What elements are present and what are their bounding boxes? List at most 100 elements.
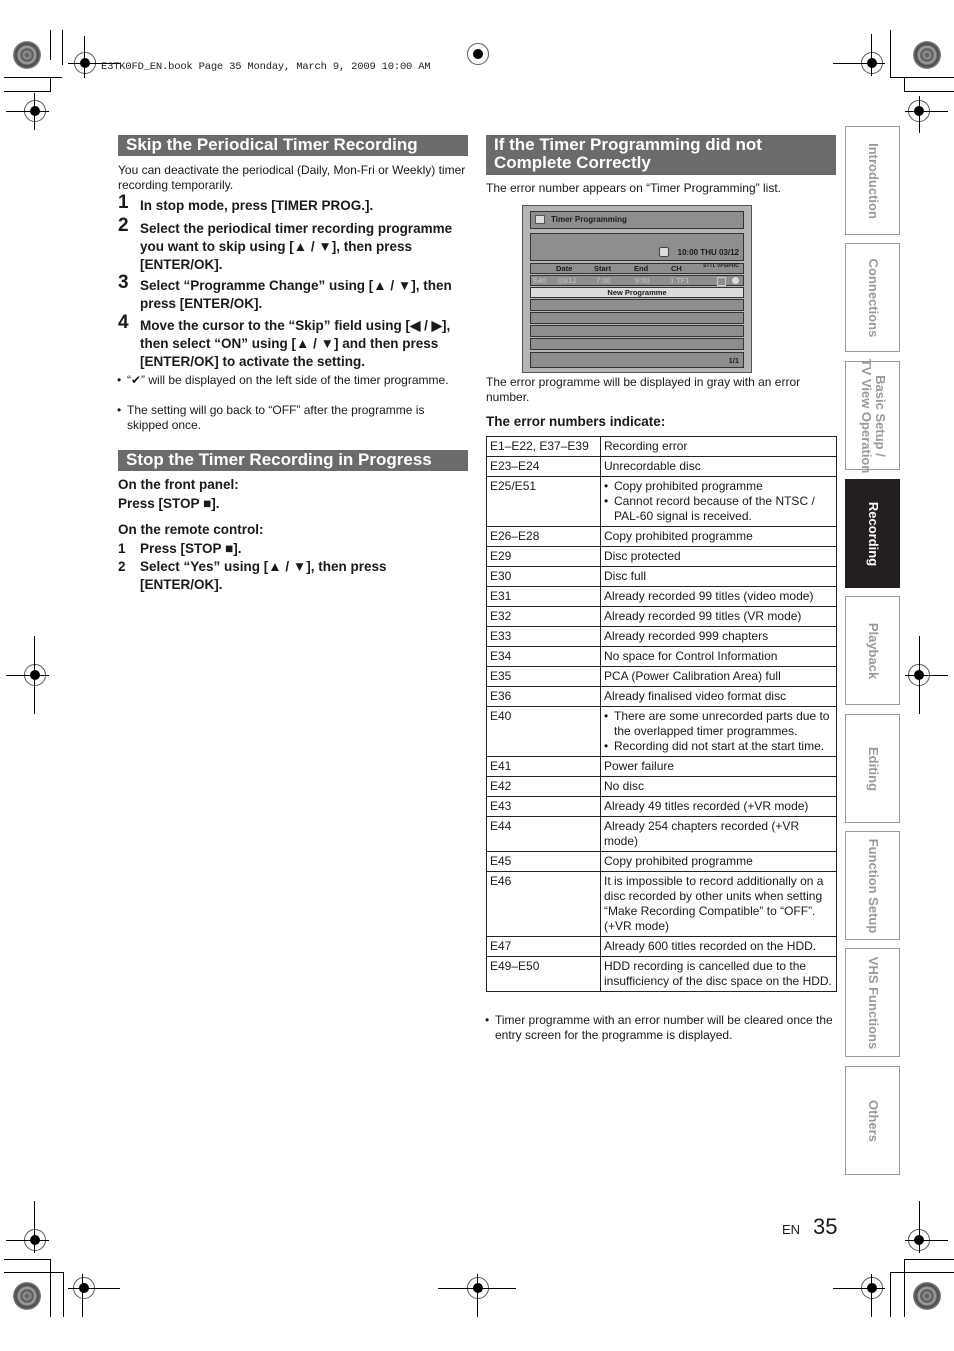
error-description-cell: PCA (Power Calibration Area) full	[600, 666, 837, 687]
skip-note: “✔” will be displayed on the left side o…	[117, 373, 467, 388]
crop-line	[905, 111, 948, 112]
vps-icon	[732, 277, 739, 284]
tab-label: Basic Setup / TV View Operation	[858, 358, 888, 473]
step-text: Select “Yes” using [▲ / ▼], then press […	[140, 559, 387, 592]
tab-basic-setup-tv-view-operation[interactable]: Basic Setup / TV View Operation	[845, 358, 900, 473]
timer-list-icon	[535, 215, 545, 224]
crop-line	[890, 1272, 954, 1273]
error-description-cell: Disc full	[600, 566, 837, 587]
error-description-cell: Already 600 titles recorded on the HDD.	[600, 936, 837, 957]
error-code-cell: E31	[486, 586, 601, 607]
error-code-cell: E44	[486, 816, 601, 852]
osd-title-bar: Timer Programming	[530, 211, 744, 229]
error-table-row: E25/E51Copy prohibited programmeCannot r…	[486, 476, 837, 527]
crop-line	[68, 1288, 120, 1289]
error-table-row: E46 It is impossible to record additional…	[486, 871, 837, 937]
osd-empty-row	[530, 325, 744, 337]
row-ch: 1 TF1	[670, 276, 690, 285]
error-description-bullet: Cannot record because of the NTSC / PAL-…	[604, 494, 833, 524]
page-number: 35	[813, 1214, 838, 1239]
error-code-cell: E41	[486, 756, 601, 777]
error-description-cell: Already finalised video format disc	[600, 686, 837, 707]
tab-label: Others	[865, 1099, 881, 1142]
error-code-cell: E23–E24	[486, 456, 601, 477]
error-description-cell: Copy prohibited programme	[600, 851, 837, 872]
crop-line	[34, 636, 35, 714]
crop-line	[4, 91, 51, 92]
crop-line	[919, 96, 920, 133]
front-panel-step: Press [STOP ■].	[118, 496, 220, 511]
error-description-cell: Recording error	[600, 436, 837, 457]
tab-editing[interactable]: Editing	[845, 714, 900, 823]
error-table-row: E1–E22, E37–E39 Recording error	[486, 436, 837, 457]
error-description-cell: There are some unrecorded parts due to t…	[600, 706, 837, 757]
osd-empty-row	[530, 299, 744, 311]
osd-empty-row	[530, 312, 744, 324]
osd-title: Timer Programming	[551, 215, 627, 224]
error-table-row: E45 Copy prohibited programme	[486, 851, 837, 872]
timer-programming-screen: Timer Programming 10:00 THU 03/12 Date S…	[522, 205, 752, 373]
error-table-row: E35 PCA (Power Calibration Area) full	[486, 666, 837, 687]
registration-disc-icon	[913, 1282, 941, 1310]
error-description-cell: It is impossible to record additionally …	[600, 871, 837, 937]
tab-recording[interactable]: Recording	[845, 479, 900, 588]
step-number: 2	[118, 559, 126, 574]
crop-line	[890, 77, 954, 78]
col-date: Date	[556, 264, 573, 273]
error-description-cell: No disc	[600, 776, 837, 797]
crop-line	[34, 93, 35, 130]
osd-error-row[interactable]: E40 03/12 7:00 9:00 1 TF1	[530, 275, 744, 286]
tab-function-setup[interactable]: Function Setup	[845, 831, 900, 940]
crop-line	[82, 1274, 83, 1317]
tab-playback[interactable]: Playback	[845, 596, 900, 705]
error-code-cell: E32	[486, 606, 601, 627]
error-description-bullet: Copy prohibited programme	[604, 479, 833, 494]
crop-line	[4, 77, 62, 78]
crop-line	[6, 111, 49, 112]
crop-line	[62, 30, 63, 65]
osd-new-programme[interactable]: New Programme	[530, 287, 744, 298]
error-table-row: E31 Already recorded 99 titles (video mod…	[486, 586, 837, 607]
registration-disc-icon	[913, 41, 941, 69]
error-code-cell: E42	[486, 776, 601, 797]
error-code-cell: E26–E28	[486, 526, 601, 547]
tab-label: Playback	[865, 622, 881, 679]
step-text: In stop mode, press [TIMER PROG.].	[140, 198, 374, 213]
crop-line	[50, 1259, 51, 1317]
col-start: Start	[594, 264, 612, 273]
error-code: E40	[533, 276, 547, 285]
tab-connections[interactable]: Connections	[845, 243, 900, 352]
error-codes-table: E1–E22, E37–E39 Recording error E23–E24 Unr…	[486, 436, 837, 992]
col-ch: CH	[671, 264, 682, 273]
row-date: 03/12	[558, 276, 577, 285]
tab-label: Editing	[865, 746, 881, 791]
error-table-row: E23–E24 Unrecordable disc	[486, 456, 837, 477]
error-table-row: E30 Disc full	[486, 566, 837, 587]
crop-line	[6, 675, 49, 676]
error-code-cell: E49–E50	[486, 956, 601, 992]
tab-label: Function Setup	[865, 838, 881, 933]
error-code-cell: E1–E22, E37–E39	[486, 436, 601, 457]
step-text: Select “Programme Change” using [▲ / ▼],…	[140, 278, 452, 311]
error-intro: The error number appears on “Timer Progr…	[486, 181, 781, 195]
crop-line	[63, 1272, 64, 1317]
error-code-cell: E47	[486, 936, 601, 957]
error-code-cell: E36	[486, 686, 601, 707]
error-code-cell: E35	[486, 666, 601, 687]
crop-line	[904, 1259, 954, 1260]
tab-introduction[interactable]: Introduction	[845, 126, 900, 235]
error-description-cell: No space for Control Information	[600, 646, 837, 667]
crop-line	[904, 77, 905, 91]
error-description-cell: Already recorded 99 titles (video mode)	[600, 586, 837, 607]
error-code-cell: E46	[486, 871, 601, 937]
error-table-row: E33 Already recorded 999 chapters	[486, 626, 837, 647]
error-table-row: E40There are some unrecorded parts due t…	[486, 706, 837, 757]
crop-line	[4, 1272, 64, 1273]
error-description-cell: Copy prohibited programmeCannot record b…	[600, 476, 837, 527]
registration-disc-icon	[13, 41, 41, 69]
crop-line	[919, 1201, 920, 1253]
tab-others[interactable]: Others	[845, 1066, 900, 1175]
tab-label: Introduction	[865, 142, 881, 219]
error-section-title: If the Timer Programming did not Complet…	[486, 135, 836, 175]
tab-vhs-functions[interactable]: VHS Functions	[845, 948, 900, 1057]
